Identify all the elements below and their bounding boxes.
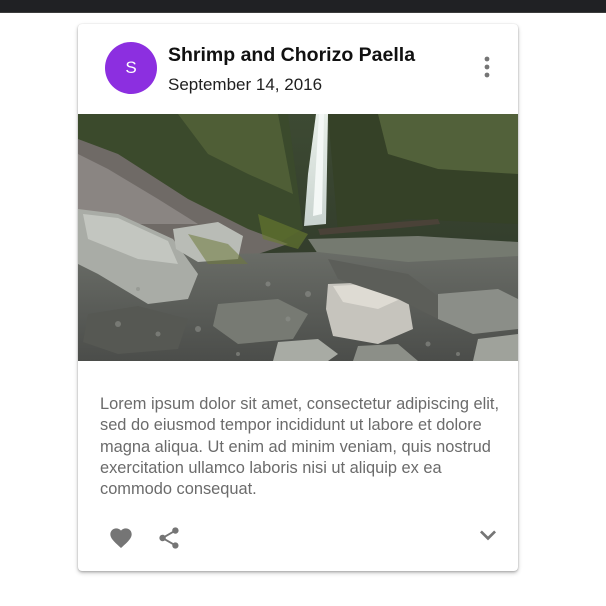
card-image-waterfall: [78, 114, 518, 361]
recipe-card: S Shrimp and Chorizo Paella September 14…: [78, 24, 518, 571]
avatar: S: [105, 42, 157, 94]
share-icon: [159, 527, 179, 549]
chevron-down-icon: [480, 530, 496, 541]
card-header: S Shrimp and Chorizo Paella September 14…: [78, 24, 518, 114]
card-actions: [78, 519, 518, 559]
favorite-button[interactable]: [105, 522, 137, 554]
card-body-text: Lorem ipsum dolor sit amet, consectetur …: [100, 395, 500, 499]
browser-top-bar: [0, 0, 606, 13]
heart-icon: [110, 528, 132, 548]
card-title: Shrimp and Chorizo Paella: [168, 44, 416, 66]
more-options-button[interactable]: [474, 54, 500, 80]
share-button[interactable]: [153, 522, 185, 554]
card-date: September 14, 2016: [168, 75, 323, 94]
expand-button[interactable]: [472, 519, 504, 551]
more-vert-icon: [484, 56, 490, 78]
